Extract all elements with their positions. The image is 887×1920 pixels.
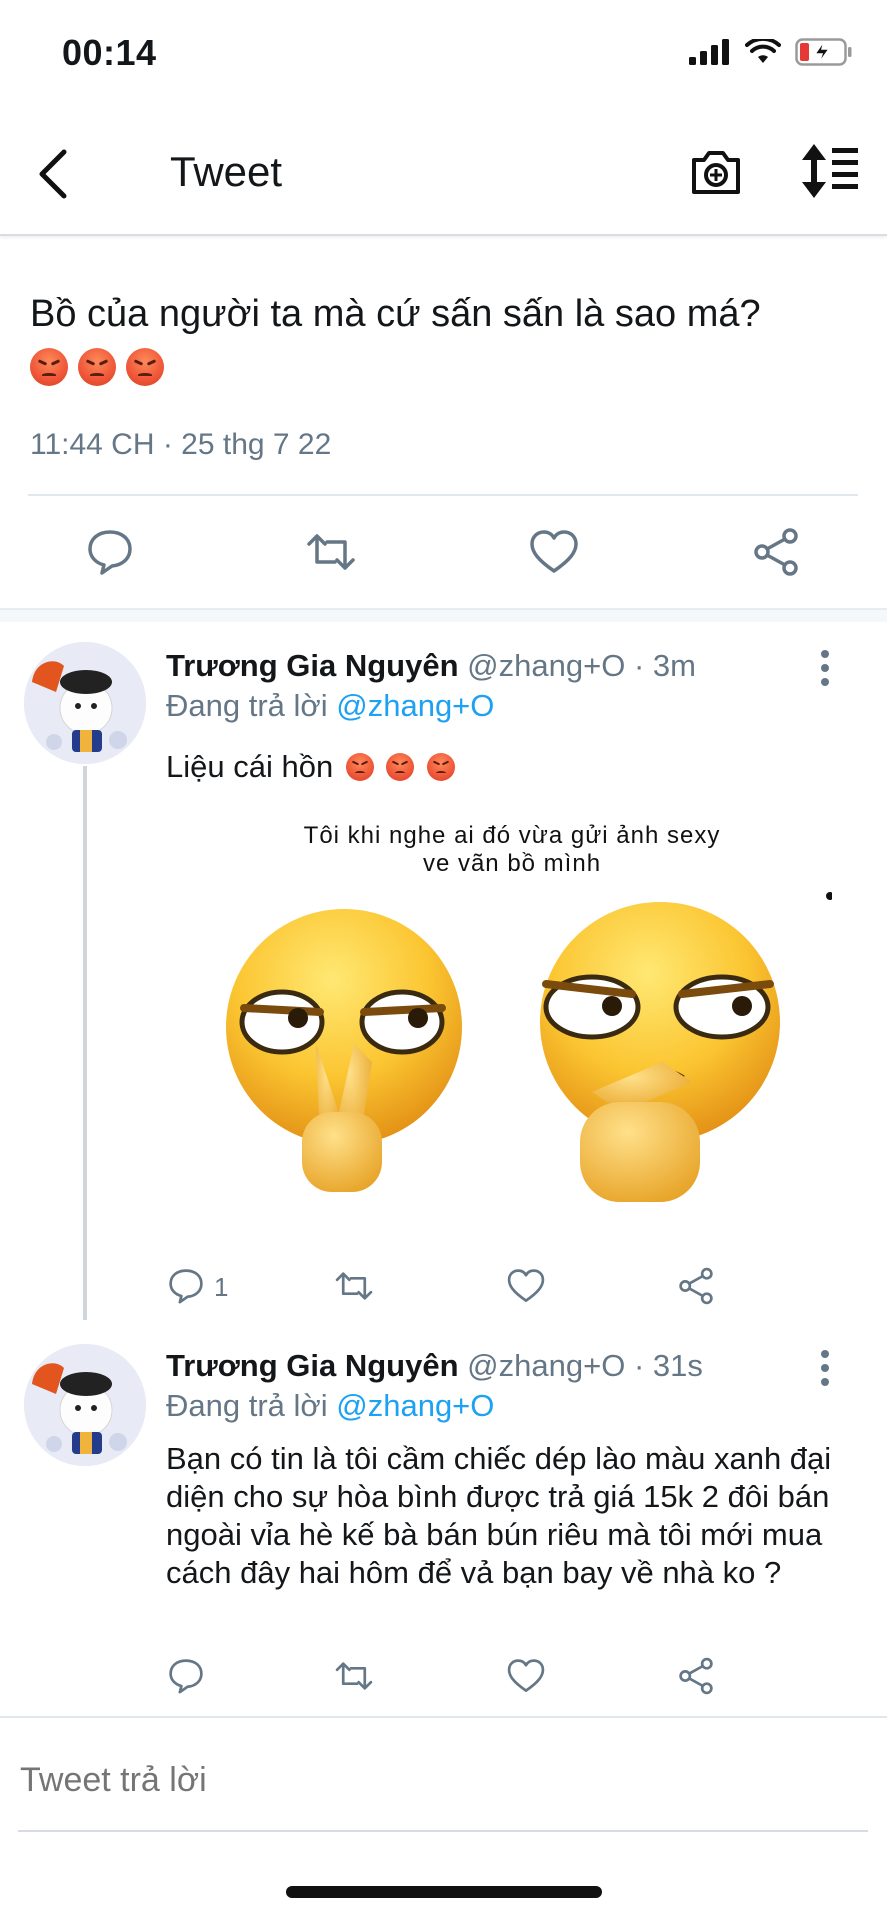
reply-icon[interactable] xyxy=(166,1656,206,1696)
camera-icon[interactable] xyxy=(688,144,744,200)
tweet-action-bar xyxy=(0,526,887,596)
compose-underline xyxy=(18,1830,868,1832)
reply-text: Liệu cái hồn xyxy=(166,748,846,786)
angry-face-emoji-icon xyxy=(386,753,415,781)
battery-charging-icon xyxy=(795,38,852,66)
more-options-icon[interactable] xyxy=(819,1348,831,1388)
angry-face-emoji-icon xyxy=(78,348,116,386)
tweet-text: Bồ của người ta mà cứ sấn sấn là sao má? xyxy=(30,286,860,342)
angry-face-emoji-icon xyxy=(427,753,456,781)
more-options-icon[interactable] xyxy=(819,648,831,688)
avatar[interactable] xyxy=(24,642,146,764)
status-icons xyxy=(689,38,853,66)
reply-body: Liệu cái hồn xyxy=(166,749,334,784)
replying-mention-link[interactable]: @zhang+O xyxy=(336,1388,494,1423)
reply-compose-input[interactable] xyxy=(20,1752,860,1808)
attached-meme-image[interactable]: Tôi khi nghe ai đó vừa gửi ảnh sexy ve v… xyxy=(192,822,832,1242)
cellular-signal-icon xyxy=(689,39,729,65)
like-heart-icon[interactable] xyxy=(528,526,580,578)
tweet-body: Bồ của người ta mà cứ sấn sấn là sao má? xyxy=(30,293,761,335)
back-arrow-icon[interactable] xyxy=(32,144,76,204)
author-line: Trương Gia Nguyên @zhang+O · 3m xyxy=(166,648,696,684)
author-handle[interactable]: @zhang+O xyxy=(467,1348,625,1383)
reply-action-bar xyxy=(166,1656,726,1704)
replying-to: Đang trả lời @zhang+O xyxy=(166,688,494,724)
angry-face-emoji-icon xyxy=(345,753,374,781)
reply-text: Bạn có tin là tôi cầm chiếc dép lào màu … xyxy=(166,1441,832,1590)
status-time: 00:14 xyxy=(62,32,157,73)
tweet-timestamp: 11:44 CH · 25 thg 7 22 xyxy=(30,428,332,461)
divider xyxy=(28,494,858,496)
tweet-age: · 3m xyxy=(633,648,696,683)
navigation-bar: Tweet xyxy=(0,110,887,236)
author-name[interactable]: Trương Gia Nguyên xyxy=(166,648,459,683)
meme-emoji-illustration-icon xyxy=(226,892,832,1202)
reply-icon[interactable] xyxy=(84,526,136,578)
retweet-icon[interactable] xyxy=(305,526,357,578)
share-icon[interactable] xyxy=(676,1656,716,1696)
page-title: Tweet xyxy=(170,148,283,195)
angry-face-emoji-icon xyxy=(30,348,68,386)
like-heart-icon[interactable] xyxy=(506,1656,546,1696)
share-icon[interactable] xyxy=(676,1266,716,1306)
wifi-icon xyxy=(745,39,781,63)
author-handle[interactable]: @zhang+O xyxy=(467,648,625,683)
angry-face-emoji-icon xyxy=(126,348,164,386)
replying-to: Đang trả lời @zhang+O xyxy=(166,1388,494,1424)
replying-label: Đang trả lời xyxy=(166,1388,328,1423)
status-bar: 00:14 xyxy=(0,0,887,110)
thread-line xyxy=(83,766,87,1320)
share-icon[interactable] xyxy=(750,526,802,578)
reply-action-bar: 1 xyxy=(166,1266,726,1314)
sort-replies-icon[interactable] xyxy=(798,140,860,202)
reply-icon[interactable] xyxy=(166,1266,206,1306)
emoji-row xyxy=(30,348,164,386)
author-name[interactable]: Trương Gia Nguyên xyxy=(166,1348,459,1383)
compose-divider xyxy=(0,1716,887,1718)
like-heart-icon[interactable] xyxy=(506,1266,546,1306)
tweet-age: · 31s xyxy=(633,1348,703,1383)
reply-count: 1 xyxy=(214,1272,229,1302)
retweet-icon[interactable] xyxy=(334,1656,374,1696)
section-divider xyxy=(0,608,887,622)
replying-label: Đang trả lời xyxy=(166,688,328,723)
home-indicator[interactable] xyxy=(286,1886,602,1898)
replying-mention-link[interactable]: @zhang+O xyxy=(336,688,494,723)
author-line: Trương Gia Nguyên @zhang+O · 31s xyxy=(166,1348,703,1384)
retweet-icon[interactable] xyxy=(334,1266,374,1306)
avatar-illustration-icon xyxy=(24,1344,146,1466)
avatar-illustration-icon xyxy=(24,642,146,764)
avatar[interactable] xyxy=(24,1344,146,1466)
